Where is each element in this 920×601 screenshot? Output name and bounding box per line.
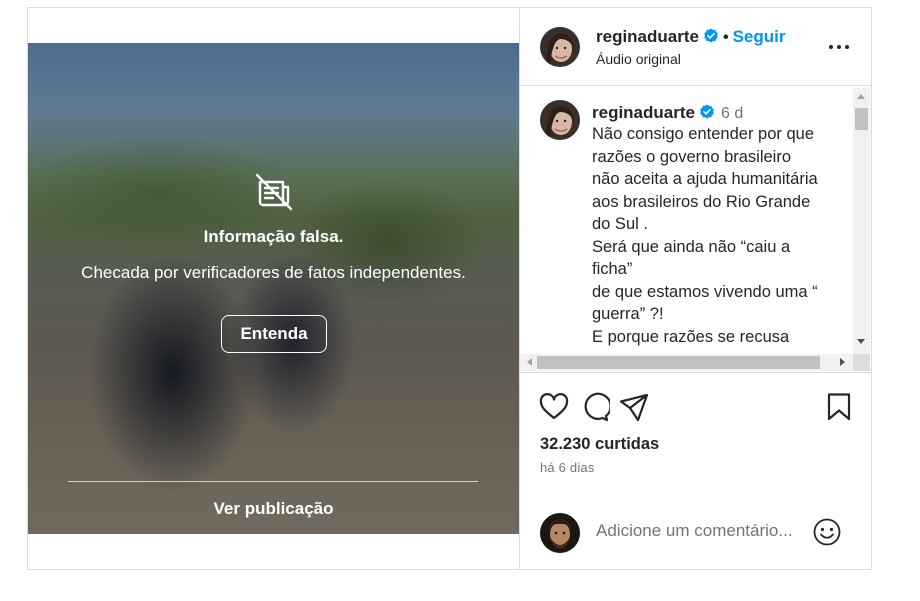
vertical-scrollbar[interactable] (853, 88, 870, 354)
vertical-scroll-thumb[interactable] (855, 108, 868, 130)
post-sidebar: reginaduarte • Seguir Áudio original reg… (519, 8, 872, 569)
caption-author-avatar[interactable] (540, 100, 580, 140)
horizontal-scrollbar[interactable] (520, 354, 853, 371)
news-crossed-icon (255, 173, 293, 211)
follow-button[interactable]: Seguir (733, 27, 786, 46)
share-icon[interactable] (619, 392, 649, 422)
caption-username[interactable]: reginaduarte (592, 103, 695, 122)
comment-icon[interactable] (580, 392, 610, 422)
action-bar (520, 388, 872, 424)
scroll-left-arrow-icon[interactable] (527, 358, 532, 366)
original-audio-link[interactable]: Áudio original (596, 51, 681, 67)
false-information-overlay: Informação falsa. Checada por verificado… (28, 43, 519, 534)
emoji-icon[interactable] (812, 517, 842, 547)
horizontal-scroll-thumb[interactable] (537, 356, 820, 369)
post-card: Informação falsa. Checada por verificado… (27, 7, 872, 570)
comments-section[interactable]: reginaduarte 6 d Não consigo entender por… (520, 86, 872, 372)
overlay-divider (68, 481, 478, 482)
author-avatar[interactable] (540, 27, 580, 67)
separator-dot: • (722, 29, 729, 46)
caption-time[interactable]: 6 d (721, 105, 743, 122)
verified-badge-icon (704, 28, 718, 43)
post-media: Informação falsa. Checada por verificado… (28, 8, 519, 569)
scrollbar-corner (853, 354, 870, 371)
scroll-up-arrow-icon[interactable] (857, 94, 865, 99)
author-line: reginaduarte • Seguir (596, 27, 786, 47)
bookmark-icon[interactable] (824, 392, 854, 422)
section-divider (520, 372, 872, 373)
scroll-down-arrow-icon[interactable] (857, 339, 865, 344)
comment-input[interactable] (596, 521, 806, 541)
viewer-avatar (540, 513, 580, 553)
verified-badge-icon (700, 104, 714, 119)
author-username[interactable]: reginaduarte (596, 27, 699, 46)
caption-text: Não consigo entender por que razões o go… (592, 125, 818, 346)
scroll-right-arrow-icon[interactable] (840, 358, 845, 366)
post-header: reginaduarte • Seguir Áudio original (520, 8, 872, 86)
warning-title: Informação falsa. (203, 227, 344, 246)
more-options-icon[interactable] (828, 36, 850, 58)
heart-icon[interactable] (539, 392, 569, 422)
warning-subtitle: Checada por verificadores de fatos indep… (81, 263, 466, 282)
caption-header: reginaduarte 6 d (592, 103, 743, 123)
likes-count[interactable]: 32.230 curtidas (540, 435, 659, 454)
view-post-button[interactable]: Ver publicação (28, 499, 519, 519)
add-comment-bar (520, 508, 872, 558)
post-date[interactable]: há 6 dias (540, 460, 595, 475)
learn-more-button[interactable]: Entenda (221, 315, 327, 353)
